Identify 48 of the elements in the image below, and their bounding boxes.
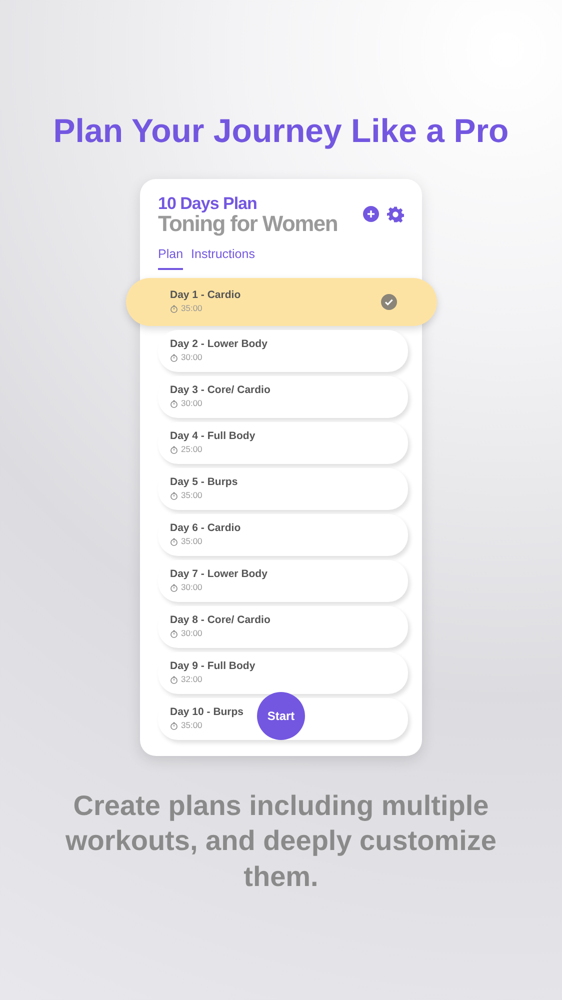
settings-icon[interactable] — [387, 206, 404, 224]
day-duration: 30:00 — [181, 627, 202, 640]
day-duration: 35:00 — [181, 719, 202, 732]
day-item[interactable]: Day 5 - Burps 35:00 — [158, 468, 408, 510]
day-name: Day 2 - Lower Body — [170, 338, 268, 352]
day-duration: 35:00 — [181, 535, 202, 548]
timer-icon — [170, 630, 178, 638]
headline: Plan Your Journey Like a Pro — [52, 111, 510, 151]
timer-icon — [170, 584, 178, 592]
timer-icon — [170, 676, 178, 684]
plan-subtitle: 10 Days Plan — [158, 194, 258, 212]
day-name: Day 6 - Cardio — [170, 522, 241, 536]
day-duration: 32:00 — [181, 673, 202, 686]
timer-icon — [170, 446, 178, 454]
day-name: Day 5 - Burps — [170, 476, 238, 490]
day-name: Day 4 - Full Body — [170, 430, 256, 444]
tab[interactable]: Instructions — [191, 244, 255, 270]
day-item[interactable]: Day 6 - Cardio 35:00 — [158, 514, 408, 556]
day-duration: 35:00 — [181, 489, 202, 502]
day-name: Day 3 - Core/ Cardio — [170, 384, 270, 398]
day-name: Day 9 - Full Body — [170, 660, 256, 674]
day-item[interactable]: Day 3 - Core/ Cardio 30:00 — [158, 376, 408, 418]
day-duration: 30:00 — [181, 397, 202, 410]
timer-icon — [170, 354, 178, 362]
tab[interactable]: Plan — [158, 244, 184, 270]
day-name: Day 10 - Burps — [170, 706, 244, 720]
day-item[interactable]: Day 7 - Lower Body 30:00 — [158, 560, 408, 602]
day-name: Day 1 - Cardio — [170, 288, 241, 302]
day-name: Day 7 - Lower Body — [170, 568, 268, 582]
timer-icon — [170, 492, 178, 500]
day-item[interactable]: Day 8 - Core/ Cardio 30:00 — [158, 606, 408, 648]
plan-title: Toning for Women — [158, 212, 338, 235]
day-name: Day 8 - Core/ Cardio — [170, 614, 270, 628]
timer-icon — [170, 304, 178, 313]
day-item[interactable]: Day 4 - Full Body 25:00 — [158, 422, 408, 464]
day-duration: 30:00 — [181, 581, 202, 594]
timer-icon — [170, 400, 178, 408]
timer-icon — [170, 722, 178, 730]
day-item[interactable]: Day 9 - Full Body 32:00 — [158, 652, 408, 694]
caption: Create plans including multiple workouts, and deeply customize them. — [64, 788, 498, 894]
day-item[interactable]: Day 2 - Lower Body 30:00 — [158, 330, 408, 372]
day-duration: 25:00 — [181, 443, 202, 456]
timer-icon — [170, 538, 178, 546]
day-duration: 30:00 — [181, 351, 202, 364]
day-item[interactable]: Day 1 - Cardio 35:00 — [126, 278, 437, 326]
day-duration: 35:00 — [181, 302, 202, 315]
add-icon[interactable] — [363, 206, 379, 222]
check-icon — [381, 294, 397, 310]
